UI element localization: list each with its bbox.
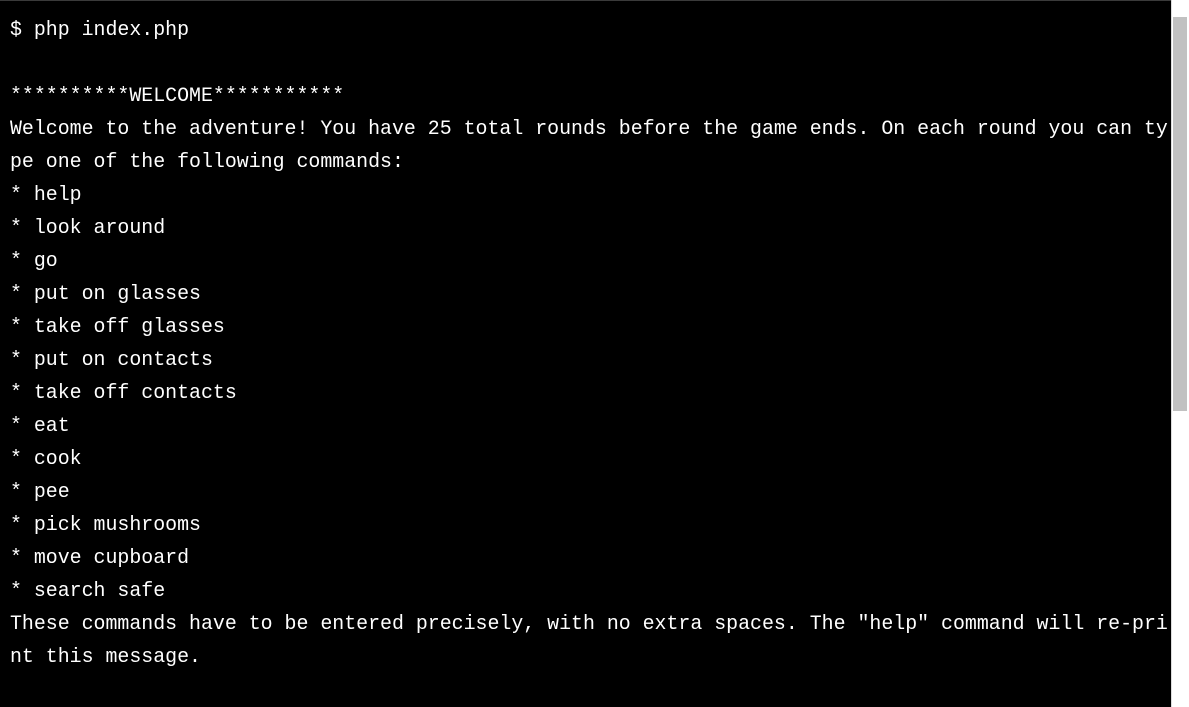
terminal-line-command-item: * search safe (10, 579, 166, 602)
terminal-line-command: $ php index.php (10, 18, 190, 41)
scrollbar-thumb[interactable] (1173, 17, 1187, 411)
terminal-line-command-item: * pee (10, 480, 70, 503)
terminal-line-command-item: * cook (10, 447, 82, 470)
terminal-line-command-item: * look around (10, 216, 166, 239)
terminal-line-command-item: * take off glasses (10, 315, 225, 338)
terminal-line-command-item: * put on contacts (10, 348, 213, 371)
terminal-line-command-item: * move cupboard (10, 546, 190, 569)
terminal-line-command-item: * take off contacts (10, 381, 237, 404)
terminal-line-footer-wrap: nt this message. (10, 645, 201, 668)
terminal-line-command-item: * go (10, 249, 58, 272)
terminal-line-command-item: * pick mushrooms (10, 513, 201, 536)
terminal-line-command-item: * put on glasses (10, 282, 201, 305)
terminal-line-intro-wrap: pe one of the following commands: (10, 150, 404, 173)
terminal-line-command-item: * help (10, 183, 82, 206)
vertical-scrollbar[interactable] (1171, 0, 1189, 707)
terminal-window: $ php index.php **********WELCOME*******… (0, 0, 1189, 707)
terminal-output[interactable]: $ php index.php **********WELCOME*******… (0, 0, 1171, 707)
terminal-line-welcome-banner: **********WELCOME*********** (10, 84, 345, 107)
terminal-line-command-item: * eat (10, 414, 70, 437)
terminal-line-footer: These commands have to be entered precis… (10, 612, 1168, 635)
terminal-line-intro: Welcome to the adventure! You have 25 to… (10, 117, 1168, 140)
